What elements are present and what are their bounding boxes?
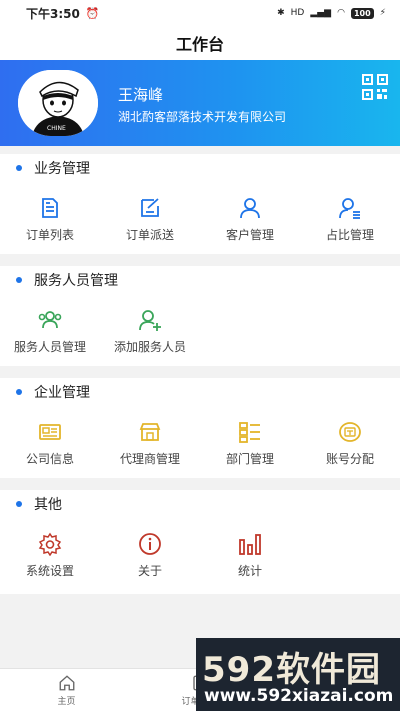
- account-icon: [339, 422, 361, 442]
- menu-label: 代理商管理: [119, 452, 180, 466]
- section-header: 其他: [0, 490, 400, 518]
- section-other: 其他 系统设置 关于 统计: [0, 490, 400, 594]
- network-label: HD: [290, 8, 305, 18]
- profile-banner[interactable]: CHINE 王海峰 湖北酌客部落技术开发有限公司: [0, 60, 400, 146]
- home-icon: [59, 674, 74, 690]
- charging-icon: ⚡: [379, 8, 386, 18]
- section-business: 业务管理 订单列表 订单派送 客户管理 占比管理: [0, 154, 400, 254]
- info-icon: [139, 533, 161, 555]
- svg-text:CHINE: CHINE: [47, 125, 66, 132]
- section-header: 企业管理: [0, 378, 400, 406]
- menu-label: 订单派送: [125, 228, 174, 242]
- wifi-icon: ◠: [337, 8, 345, 18]
- bluetooth-icon: ✱: [277, 8, 285, 18]
- company-name: 湖北酌客部落技术开发有限公司: [118, 110, 287, 124]
- tab-label: 主页: [57, 696, 76, 707]
- watermark-logo: 592软件园 www.592xiazai.com: [196, 638, 400, 711]
- menu-order-dispatch[interactable]: 订单派送: [100, 190, 200, 250]
- menu-system-settings[interactable]: 系统设置: [0, 526, 100, 586]
- menu-company-info[interactable]: 公司信息: [0, 414, 100, 474]
- user-name: 王海峰: [118, 86, 164, 104]
- status-time: 下午3:50: [26, 6, 80, 21]
- section-header: 服务人员管理: [0, 266, 400, 294]
- menu-label: 系统设置: [25, 564, 74, 578]
- department-icon: [239, 422, 260, 443]
- page-title: 工作台: [175, 35, 224, 54]
- dispatch-icon: [141, 198, 159, 217]
- section-header: 业务管理: [0, 154, 400, 182]
- order-list-icon: [42, 198, 58, 218]
- menu-add-staff[interactable]: 添加服务人员: [100, 302, 200, 362]
- menu-order-list[interactable]: 订单列表: [0, 190, 100, 250]
- watermark-url: www.592xiazai.com: [204, 686, 394, 706]
- menu-label: 添加服务人员: [113, 340, 186, 354]
- menu-ratio-management[interactable]: 占比管理: [300, 190, 400, 250]
- bullet-dot-icon: [16, 389, 22, 395]
- menu-label: 订单列表: [25, 228, 74, 242]
- menu-customer-management[interactable]: 客户管理: [200, 190, 300, 250]
- menu-label: 客户管理: [225, 228, 274, 242]
- bullet-dot-icon: [16, 165, 22, 171]
- menu-label: 关于: [137, 564, 162, 578]
- qr-code-icon[interactable]: [362, 74, 388, 100]
- menu-label: 占比管理: [325, 228, 374, 242]
- menu-staff-management[interactable]: 服务人员管理: [0, 302, 100, 362]
- bullet-dot-icon: [16, 501, 22, 507]
- menu-account-allocation[interactable]: 账号分配: [300, 414, 400, 474]
- menu-label: 服务人员管理: [13, 340, 86, 354]
- bullet-dot-icon: [16, 277, 22, 283]
- page-title-bar: 工作台: [0, 26, 400, 60]
- menu-label: 统计: [237, 564, 262, 578]
- agent-icon: [139, 423, 161, 441]
- settings-icon: [38, 532, 62, 556]
- section-staff: 服务人员管理 服务人员管理 添加服务人员: [0, 266, 400, 366]
- menu-label: 公司信息: [25, 452, 74, 466]
- tab-home[interactable]: 主页: [0, 669, 133, 711]
- signal-icon: ▂▄▆: [310, 8, 332, 18]
- status-bar: 下午3:50 ⏰ ✱ HD ▂▄▆ ◠ 100 ⚡: [0, 0, 400, 26]
- watermark-brand: 592软件园: [202, 650, 381, 690]
- avatar-illustration: CHINE: [18, 70, 98, 136]
- avatar[interactable]: CHINE: [18, 70, 98, 136]
- menu-label: 部门管理: [225, 452, 274, 466]
- company-info-icon: [39, 424, 61, 440]
- add-staff-icon: [139, 310, 161, 331]
- staff-icon: [38, 311, 62, 329]
- menu-agent-management[interactable]: 代理商管理: [100, 414, 200, 474]
- section-enterprise: 企业管理 公司信息 代理商管理 部门管理 账号分配: [0, 378, 400, 478]
- menu-statistics[interactable]: 统计: [200, 526, 300, 586]
- alarm-icon: ⏰: [85, 6, 100, 20]
- ratio-icon: [339, 198, 360, 219]
- menu-department-management[interactable]: 部门管理: [200, 414, 300, 474]
- chart-icon: [239, 534, 261, 555]
- menu-about[interactable]: 关于: [100, 526, 200, 586]
- customer-icon: [240, 198, 260, 219]
- section-title: 业务管理: [34, 161, 90, 177]
- section-title: 企业管理: [34, 385, 90, 401]
- section-title: 其他: [34, 497, 62, 513]
- section-title: 服务人员管理: [34, 273, 118, 289]
- battery-indicator: 100: [350, 7, 374, 19]
- menu-label: 账号分配: [325, 452, 374, 466]
